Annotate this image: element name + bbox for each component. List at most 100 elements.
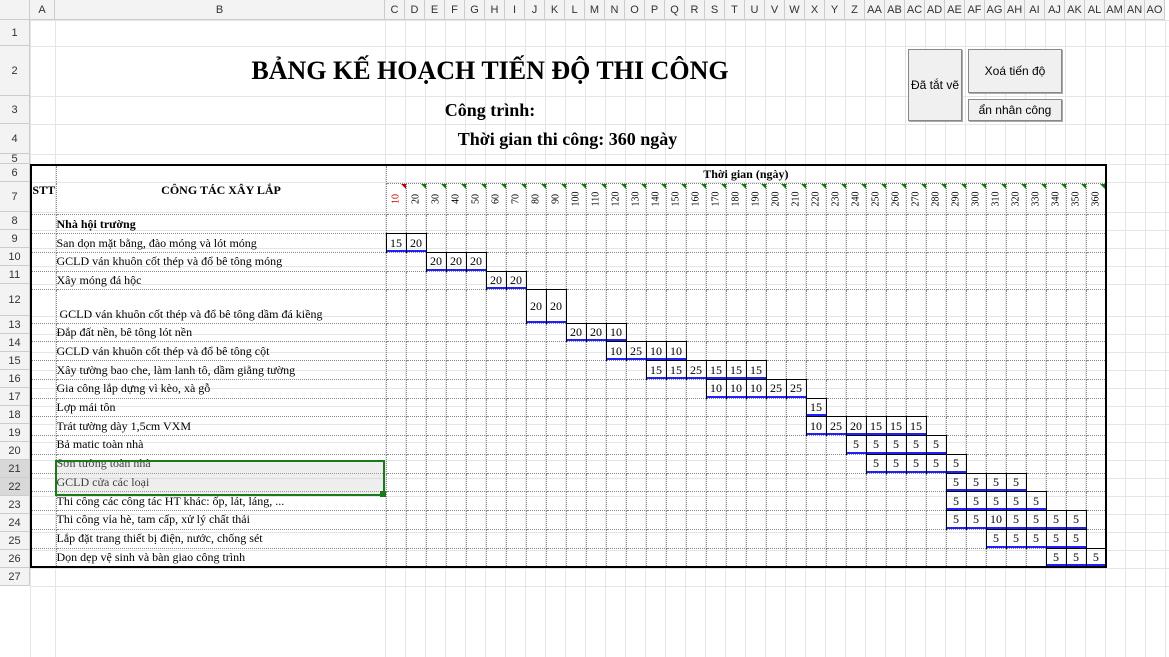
cell-r15-c17[interactable]: 15 [706, 361, 726, 380]
cell-r20-c24[interactable] [846, 454, 866, 473]
cell-r15-c35[interactable] [1066, 361, 1086, 380]
cell-r23-c2[interactable] [406, 511, 426, 530]
cell-r25-c12[interactable] [606, 548, 626, 567]
row-header-17[interactable]: 17 [0, 388, 30, 406]
cell-r21-c4[interactable] [446, 473, 466, 492]
cell-r22-c6[interactable] [486, 492, 506, 511]
cell-r15-c7[interactable] [506, 361, 526, 380]
cell-r10-c17[interactable] [706, 252, 726, 271]
cell-r23-c9[interactable] [546, 511, 566, 530]
cell-stt-24[interactable] [31, 529, 56, 548]
cell-r23-c32[interactable]: 5 [1006, 511, 1026, 530]
cell-r16-c34[interactable] [1046, 379, 1066, 398]
cell-stt-25[interactable] [31, 548, 56, 567]
cell-r22-c36[interactable] [1086, 492, 1106, 511]
cell-r11-c27[interactable] [906, 271, 926, 290]
cell-r12-c28[interactable] [926, 290, 946, 323]
cell-r19-c26[interactable]: 5 [886, 436, 906, 455]
cell-r18-c35[interactable] [1066, 417, 1086, 436]
cell-r24-c21[interactable] [786, 529, 806, 548]
cell-r13-c30[interactable] [966, 323, 986, 342]
cell-r21-c28[interactable] [926, 473, 946, 492]
cell-r22-c4[interactable] [446, 492, 466, 511]
cell-r22-c33[interactable]: 5 [1026, 492, 1046, 511]
col-header-E[interactable]: E [425, 0, 445, 20]
cell-r22-c19[interactable] [746, 492, 766, 511]
cell-r20-c10[interactable] [566, 454, 586, 473]
cell-stt-10[interactable] [31, 252, 56, 271]
cell-r21-c12[interactable] [606, 473, 626, 492]
cell-r13-c17[interactable] [706, 323, 726, 342]
cell-r12-c13[interactable] [626, 290, 646, 323]
cell-r23-c21[interactable] [786, 511, 806, 530]
cell-r16-c33[interactable] [1026, 379, 1046, 398]
cell-r18-c2[interactable] [406, 417, 426, 436]
cell-r10-c18[interactable] [726, 252, 746, 271]
cell-r15-c6[interactable] [486, 361, 506, 380]
cell-r18-c31[interactable] [986, 417, 1006, 436]
cell-r24-c3[interactable] [426, 529, 446, 548]
cell-stt-17[interactable] [31, 398, 56, 417]
cell-r19-c8[interactable] [526, 436, 546, 455]
cell-r15-c22[interactable] [806, 361, 826, 380]
cell-r14-c29[interactable] [946, 342, 966, 361]
task-name-row-25[interactable]: Dọn dẹp vệ sinh và bàn giao công trình [56, 548, 386, 567]
cell-r10-c30[interactable] [966, 252, 986, 271]
cell-r22-c18[interactable] [726, 492, 746, 511]
cell-r22-c32[interactable]: 5 [1006, 492, 1026, 511]
cell-r12-c27[interactable] [906, 290, 926, 323]
cell-r17-c15[interactable] [666, 398, 686, 417]
cell-r18-c22[interactable]: 10 [806, 417, 826, 436]
cell-r20-c11[interactable] [586, 454, 606, 473]
cell-r22-c5[interactable] [466, 492, 486, 511]
cell-r15-c2[interactable] [406, 361, 426, 380]
cell-r16-c2[interactable] [406, 379, 426, 398]
cell-r12-c16[interactable] [686, 290, 706, 323]
cell-r10-c23[interactable] [826, 252, 846, 271]
cell-r10-c3[interactable]: 20 [426, 252, 446, 271]
cell-r12-c12[interactable] [606, 290, 626, 323]
cell-r25-c23[interactable] [826, 548, 846, 567]
cell-r9-c2[interactable]: 20 [406, 234, 426, 253]
cell-r17-c23[interactable] [826, 398, 846, 417]
row-header-2[interactable]: 2 [0, 46, 30, 96]
cell-r13-c31[interactable] [986, 323, 1006, 342]
cell-stt-9[interactable] [31, 234, 56, 253]
cell-r12-c29[interactable] [946, 290, 966, 323]
cell-r8-c15[interactable] [666, 215, 686, 234]
cell-r17-c32[interactable] [1006, 398, 1026, 417]
cell-r12-c21[interactable] [786, 290, 806, 323]
cell-r20-c20[interactable] [766, 454, 786, 473]
cell-r17-c3[interactable] [426, 398, 446, 417]
cell-r23-c36[interactable] [1086, 511, 1106, 530]
cell-r24-c23[interactable] [826, 529, 846, 548]
cell-r14-c24[interactable] [846, 342, 866, 361]
cell-r20-c3[interactable] [426, 454, 446, 473]
cell-r19-c4[interactable] [446, 436, 466, 455]
cell-r11-c6[interactable]: 20 [486, 271, 506, 290]
cell-r8-c14[interactable] [646, 215, 666, 234]
cell-r20-c8[interactable] [526, 454, 546, 473]
column-headers[interactable]: ABCDEFGHIJKLMNOPQRSTUVWXYZAAABACADAEAFAG… [30, 0, 1165, 20]
col-header-N[interactable]: N [605, 0, 625, 20]
cell-r10-c2[interactable] [406, 252, 426, 271]
col-header-AM[interactable]: AM [1105, 0, 1125, 20]
cell-r16-c15[interactable] [666, 379, 686, 398]
cell-r15-c13[interactable] [626, 361, 646, 380]
cell-stt-19[interactable] [31, 436, 56, 455]
cell-r19-c25[interactable]: 5 [866, 436, 886, 455]
cell-r19-c24[interactable]: 5 [846, 436, 866, 455]
row-header-8[interactable]: 8 [0, 212, 30, 230]
cell-r21-c18[interactable] [726, 473, 746, 492]
cell-r24-c6[interactable] [486, 529, 506, 548]
cell-r14-c1[interactable] [386, 342, 406, 361]
col-header-R[interactable]: R [685, 0, 705, 20]
cell-r10-c34[interactable] [1046, 252, 1066, 271]
cell-r13-c21[interactable] [786, 323, 806, 342]
task-name-row-22[interactable]: Thi công các công tác HT khác: ốp, lát, … [56, 492, 386, 511]
cell-r11-c1[interactable] [386, 271, 406, 290]
cell-r9-c27[interactable] [906, 234, 926, 253]
cell-r23-c29[interactable]: 5 [946, 511, 966, 530]
col-header-AJ[interactable]: AJ [1045, 0, 1065, 20]
cell-r13-c13[interactable] [626, 323, 646, 342]
